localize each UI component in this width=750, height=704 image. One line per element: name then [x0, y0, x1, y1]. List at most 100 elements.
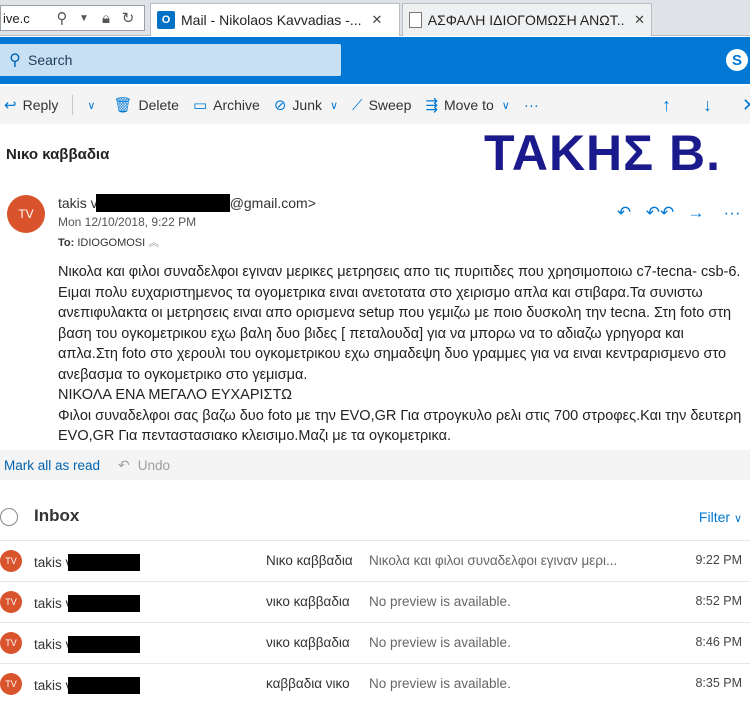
to-label: To:: [58, 237, 75, 249]
forward-icon[interactable]: →: [678, 203, 714, 223]
redaction-block: [68, 636, 141, 653]
delete-label: Delete: [138, 97, 179, 113]
junk-button[interactable]: ⊘ Junk ∨: [274, 96, 338, 114]
message-actions: ↶ ↶↶ → ···: [606, 203, 750, 223]
close-reading-pane-button[interactable]: ✕: [742, 86, 750, 124]
inbox-header: Inbox Filter ∨: [0, 500, 750, 536]
archive-icon: ▭: [192, 97, 208, 114]
outlook-icon: O: [157, 11, 175, 29]
chevron-down-icon: ∨: [329, 99, 339, 112]
search-input[interactable]: Search: [28, 52, 72, 68]
message-time: 8:35 PM: [695, 676, 742, 690]
list-item[interactable]: TV takis v νικο καββαδια No preview is a…: [0, 622, 750, 663]
chevron-down-icon: ∨: [501, 99, 510, 112]
arrow-up-icon: ↑: [662, 94, 671, 115]
message-time: 8:46 PM: [695, 635, 742, 649]
search-icon: ⚲: [9, 52, 21, 69]
search-box[interactable]: ⚲ Search: [0, 44, 341, 76]
lock-icon: 🔒︎: [102, 9, 110, 27]
sender-text: takis v: [34, 596, 73, 611]
dropdown-arrow-icon[interactable]: ▼: [73, 13, 95, 24]
sender-name: takis v: [34, 595, 141, 612]
reply-label: Reply: [22, 97, 59, 113]
skype-icon[interactable]: S: [726, 49, 748, 71]
next-message-button[interactable]: ↓: [703, 86, 712, 124]
recipient-line: To: IDIOGOMOSI ︽: [58, 234, 159, 250]
sender-name: takis v: [34, 677, 141, 694]
message-list: TV takis v Νικο καββαδια Νικολα και φιλο…: [0, 540, 750, 704]
message-preview: No preview is available.: [369, 594, 511, 609]
trash-icon: 🗑︎: [113, 97, 133, 114]
sender-text: takis v: [34, 555, 73, 570]
sender-name: takis v: [34, 554, 141, 571]
reply-icon[interactable]: ↶: [606, 203, 642, 223]
avatar[interactable]: TV: [7, 195, 45, 233]
mark-read-bar: Mark all as read ↶ Undo: [0, 450, 750, 480]
redaction-block: [68, 595, 141, 612]
sweep-label: Sweep: [368, 97, 412, 113]
recipient-name[interactable]: IDIOGOMOSI: [77, 237, 145, 249]
select-all-checkbox[interactable]: [0, 508, 18, 526]
redaction-block: [95, 194, 230, 212]
body-paragraph: Φιλοι συναδελφοι σας βαζω δυο foto με τη…: [58, 407, 742, 445]
search-icon[interactable]: ⚲: [51, 9, 73, 27]
browser-tab-strip: ive.c ⚲ ▼ 🔒︎ ↻ O Mail - Nikolaos Kavvadi…: [0, 0, 750, 36]
previous-message-button[interactable]: ↑: [662, 86, 671, 124]
move-folder-icon: ⇶: [425, 97, 438, 114]
message-body: Νικολα και φιλοι συναδελφοι εγιναν μερικ…: [58, 262, 742, 447]
inbox-title: Inbox: [34, 506, 80, 525]
message-time: 9:22 PM: [695, 553, 742, 567]
sender-line[interactable]: takis v @gmail.com>: [58, 194, 316, 212]
refresh-icon[interactable]: ↻: [117, 9, 139, 27]
sweep-button[interactable]: ⟋ Sweep: [352, 97, 411, 114]
ellipsis-icon[interactable]: ···: [714, 203, 750, 223]
chevron-up-icon[interactable]: ︽: [148, 237, 159, 249]
list-item[interactable]: TV takis v καββαδια νικο No preview is a…: [0, 663, 750, 704]
redaction-block: [68, 554, 141, 571]
address-text[interactable]: ive.c: [3, 11, 51, 26]
block-icon: ⊘: [273, 97, 287, 114]
message-preview: Νικολα και φιλοι συναδελφοι εγιναν μερι.…: [369, 553, 618, 568]
page-icon: [409, 12, 422, 28]
reply-icon: ↩: [4, 97, 17, 114]
sender-name: takis v: [58, 195, 98, 211]
more-actions-button[interactable]: ···: [524, 97, 545, 114]
body-paragraph: ΝΙΚΟΛΑ ΕΝΑ ΜΕΓΑΛΟ ΕΥΧΑΡΙΣΤΩ: [58, 387, 292, 403]
list-item[interactable]: TV takis v Νικο καββαδια Νικολα και φιλο…: [0, 540, 750, 581]
close-icon[interactable]: ✕: [634, 12, 645, 28]
reply-options-button[interactable]: ∨: [79, 99, 95, 112]
reply-button[interactable]: ↩ Reply: [4, 96, 58, 114]
message-subject: Νικο καββαδια: [266, 553, 353, 568]
move-to-button[interactable]: ⇶ Move to ∨: [425, 96, 509, 114]
close-icon[interactable]: ✕: [372, 12, 383, 28]
filter-label: Filter: [698, 509, 731, 525]
message-date: Mon 12/10/2018, 9:22 PM: [58, 215, 197, 229]
divider: [72, 95, 74, 115]
delete-button[interactable]: 🗑︎ Delete: [113, 96, 179, 114]
archive-button[interactable]: ▭ Archive: [193, 96, 260, 114]
ellipsis-icon: ···: [523, 96, 539, 114]
move-to-label: Move to: [443, 97, 494, 113]
undo-button[interactable]: ↶ Undo: [118, 457, 170, 474]
list-item[interactable]: TV takis v νικο καββαδια No preview is a…: [0, 581, 750, 622]
sender-text: takis v: [34, 637, 73, 652]
message-subject: νικο καββαδια: [266, 594, 350, 609]
reply-all-icon[interactable]: ↶↶: [642, 203, 678, 223]
sender-email-domain: @gmail.com>: [229, 195, 316, 211]
message-subject: νικο καββαδια: [266, 635, 350, 650]
address-bar[interactable]: ive.c ⚲ ▼ 🔒︎ ↻: [0, 5, 145, 31]
body-paragraph: Νικολα και φιλοι συναδελφοι εγιναν μερικ…: [58, 264, 741, 383]
mark-all-read-button[interactable]: Mark all as read: [4, 458, 100, 473]
avatar: TV: [0, 550, 22, 572]
undo-icon: ↶: [118, 456, 130, 473]
avatar: TV: [0, 632, 22, 654]
tab-mail[interactable]: O Mail - Nikolaos Kavvadias -... ✕: [150, 3, 400, 36]
filter-button[interactable]: Filter ∨: [699, 509, 742, 525]
broom-icon: ⟋: [352, 96, 363, 114]
chevron-down-icon: ∨: [87, 99, 96, 112]
tab-document[interactable]: ΑΣΦΑΛΗ ΙΔΙΟΓΟΜΩΣΗ ΑΝΩΤ... ✕: [402, 3, 652, 36]
avatar: TV: [0, 591, 22, 613]
arrow-down-icon: ↓: [703, 94, 712, 115]
sender-name: takis v: [34, 636, 141, 653]
tab-mail-label: Mail - Nikolaos Kavvadias -...: [181, 12, 362, 28]
